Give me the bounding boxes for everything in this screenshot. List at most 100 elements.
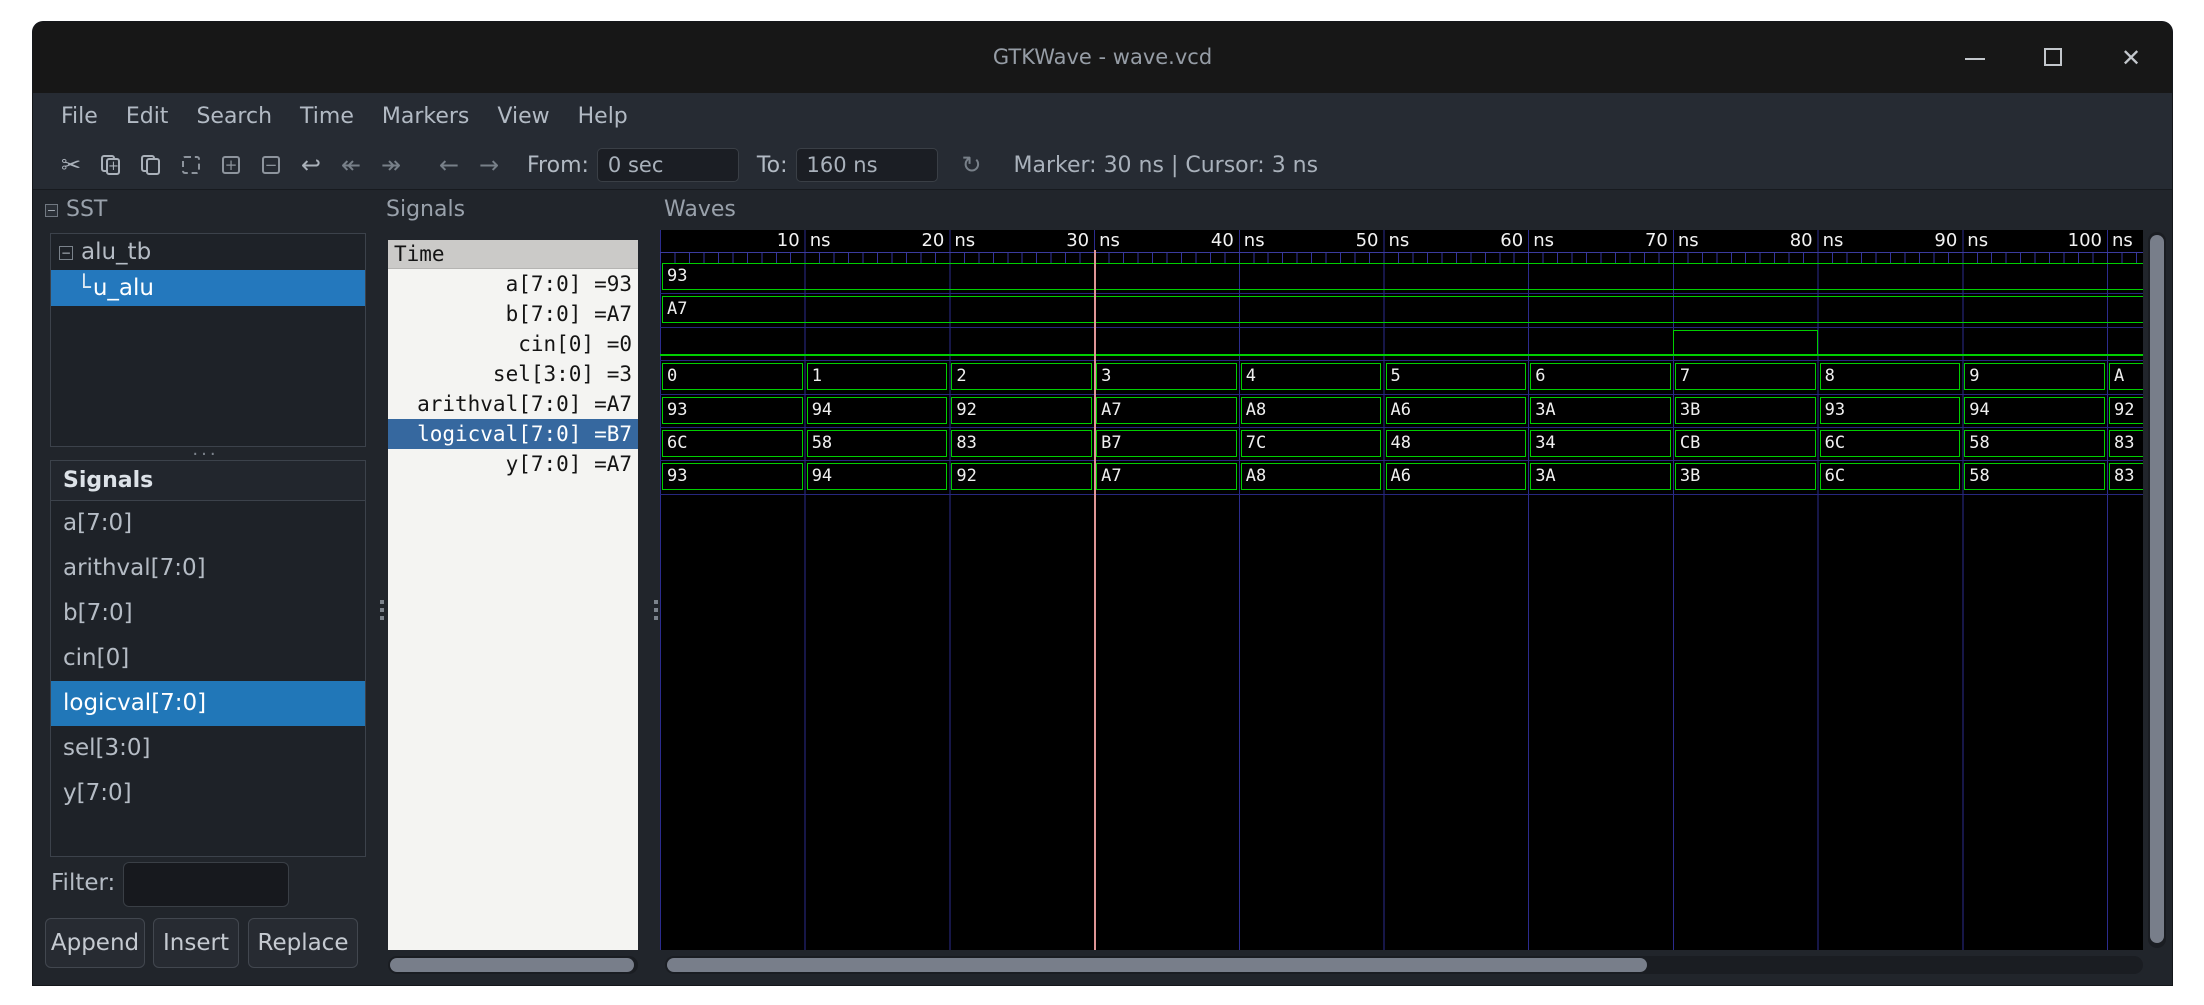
- tree-expander-icon[interactable]: −: [59, 246, 73, 260]
- timeline-tick-label: 70: [1645, 230, 1673, 251]
- menu-item-edit[interactable]: Edit: [112, 93, 183, 141]
- menu-item-view[interactable]: View: [483, 93, 563, 141]
- wave-row-b[7:0][interactable]: A7: [660, 294, 2143, 327]
- wave-value-segment: 83: [2109, 430, 2143, 457]
- signal-item-y[7:0][interactable]: y[7:0]: [51, 771, 365, 816]
- values-panel-title: Signals: [386, 197, 465, 222]
- wave-row-y[7:0][interactable]: 939492A7A8A63A3B6C5883: [660, 461, 2143, 494]
- waves-hscrollbar[interactable]: [665, 956, 2143, 974]
- time-column-header[interactable]: Time: [388, 240, 638, 269]
- wave-value-segment: 3: [1096, 363, 1237, 390]
- wave-value-segment: 9: [1964, 363, 2105, 390]
- tree-item-u_alu[interactable]: └u_alu: [51, 270, 365, 306]
- value-row[interactable]: y[7:0] =A7: [388, 449, 638, 479]
- wave-value-segment: 6C: [1820, 463, 1961, 490]
- menu-item-help[interactable]: Help: [564, 93, 642, 141]
- wave-value-segment: 48: [1386, 430, 1527, 457]
- wave-value-segment: 94: [807, 463, 948, 490]
- wave-value-segment: A7: [662, 296, 2143, 323]
- vertical-splitter-left[interactable]: [378, 190, 386, 985]
- wave-value-segment: 2: [951, 363, 1092, 390]
- menu-item-time[interactable]: Time: [286, 93, 368, 141]
- wave-row-cin[0][interactable]: [660, 328, 2143, 361]
- wave-value-segment: 58: [1964, 463, 2105, 490]
- wave-value-segment: 58: [807, 430, 948, 457]
- signal-item-a[7:0][interactable]: a[7:0]: [51, 501, 365, 546]
- value-row[interactable]: sel[3:0] =3: [388, 359, 638, 389]
- undo-icon[interactable]: ↩: [291, 147, 331, 183]
- values-hscrollbar[interactable]: [388, 956, 638, 974]
- wave-value-segment: A6: [1386, 397, 1527, 424]
- wave-value-segment: 3A: [1530, 397, 1671, 424]
- wave-value-segment: 93: [662, 397, 803, 424]
- menu-bar: FileEditSearchTimeMarkersViewHelp: [33, 93, 2172, 141]
- value-row[interactable]: b[7:0] =A7: [388, 299, 638, 329]
- from-field[interactable]: 0 sec: [597, 148, 739, 182]
- value-row[interactable]: cin[0] =0: [388, 329, 638, 359]
- replace-button[interactable]: Replace: [248, 918, 358, 968]
- wave-canvas[interactable]: 010ns20ns30ns40ns50ns60ns70ns80ns90ns100…: [660, 230, 2143, 950]
- signal-item-arithval[7:0][interactable]: arithval[7:0]: [51, 546, 365, 591]
- filter-input[interactable]: [123, 862, 289, 907]
- wave-value-segment: 58: [1964, 430, 2105, 457]
- wave-value-segment: A: [2109, 363, 2143, 390]
- waves-vscrollbar[interactable]: [2148, 232, 2166, 948]
- wave-row-sel[3:0][interactable]: 0123456789A: [660, 361, 2143, 394]
- collapse-frame-icon[interactable]: −: [45, 204, 58, 217]
- signal-item-logicval[7:0][interactable]: logicval[7:0]: [51, 681, 365, 726]
- wave-value-segment: 6C: [662, 430, 803, 457]
- wave-value-segment: B7: [1096, 430, 1237, 457]
- values-panel: Signals Time a[7:0] =93b[7:0] =A7cin[0] …: [386, 190, 648, 985]
- vertical-splitter-right[interactable]: [652, 190, 660, 985]
- zoom-in-icon[interactable]: +: [211, 147, 251, 183]
- minimize-button[interactable]: [1962, 44, 1988, 72]
- signal-browser-header: Signals: [51, 461, 365, 501]
- wave-row-arithval[7:0][interactable]: 939492A7A8A63A3B939492: [660, 395, 2143, 428]
- append-button[interactable]: Append: [45, 918, 145, 968]
- value-row[interactable]: logicval[7:0] =B7: [388, 419, 638, 449]
- next-edge-icon[interactable]: →: [469, 147, 509, 183]
- close-button[interactable]: ✕: [2118, 44, 2144, 72]
- cut-icon[interactable]: ✂: [51, 147, 91, 183]
- timeline-tick-label: 20: [921, 230, 949, 251]
- wave-value-segment: 8: [1820, 363, 1961, 390]
- menu-item-markers[interactable]: Markers: [368, 93, 484, 141]
- wave-value-segment: 4: [1241, 363, 1382, 390]
- signal-item-cin[0][interactable]: cin[0]: [51, 636, 365, 681]
- paste-icon[interactable]: [131, 147, 171, 183]
- sst-tree: −alu_tb└u_alu: [50, 233, 366, 447]
- zoom-out-icon[interactable]: −: [251, 147, 291, 183]
- signal-browser: Signals a[7:0]arithval[7:0]b[7:0]cin[0]l…: [50, 460, 366, 857]
- marker-cursor-status: Marker: 30 ns | Cursor: 3 ns: [1014, 153, 1319, 178]
- value-row[interactable]: a[7:0] =93: [388, 269, 638, 299]
- menu-item-search[interactable]: Search: [182, 93, 286, 141]
- signal-item-b[7:0][interactable]: b[7:0]: [51, 591, 365, 636]
- reload-icon[interactable]: ↻: [952, 147, 992, 183]
- wave-row-logicval[7:0][interactable]: 6C5883B77C4834CB6C5883: [660, 428, 2143, 461]
- zoom-to-end-icon[interactable]: ↠: [371, 147, 411, 183]
- wave-row-a[7:0][interactable]: 93: [660, 261, 2143, 294]
- timeline-unit-label: ns: [805, 230, 831, 251]
- to-field[interactable]: 160 ns: [796, 148, 938, 182]
- wave-value-segment: 5: [1386, 363, 1527, 390]
- wave-timeline[interactable]: 010ns20ns30ns40ns50ns60ns70ns80ns90ns100…: [660, 230, 2143, 252]
- copy-icon[interactable]: +: [91, 147, 131, 183]
- value-row[interactable]: arithval[7:0] =A7: [388, 389, 638, 419]
- tree-item-alu_tb[interactable]: −alu_tb: [51, 234, 365, 270]
- maximize-button[interactable]: [2040, 44, 2066, 72]
- sst-panel: −SST −alu_tb└u_alu ··· Signals a[7:0]ari…: [33, 190, 378, 985]
- waves-panel-title: Waves: [664, 197, 736, 222]
- wave-value-segment: A8: [1241, 463, 1382, 490]
- signal-item-sel[3:0][interactable]: sel[3:0]: [51, 726, 365, 771]
- wave-value-segment: 92: [951, 397, 1092, 424]
- menu-item-file[interactable]: File: [47, 93, 112, 141]
- wave-value-segment: CB: [1675, 430, 1816, 457]
- prev-edge-icon[interactable]: ←: [429, 147, 469, 183]
- timeline-unit-label: ns: [949, 230, 975, 251]
- zoom-fit-icon[interactable]: [171, 147, 211, 183]
- insert-button[interactable]: Insert: [153, 918, 239, 968]
- marker-line[interactable]: [1094, 250, 1096, 950]
- gtkwave-window: GTKWave - wave.vcd ✕ FileEditSearchTimeM…: [33, 22, 2172, 985]
- zoom-to-start-icon[interactable]: ↞: [331, 147, 371, 183]
- wave-value-segment: 93: [662, 263, 2143, 290]
